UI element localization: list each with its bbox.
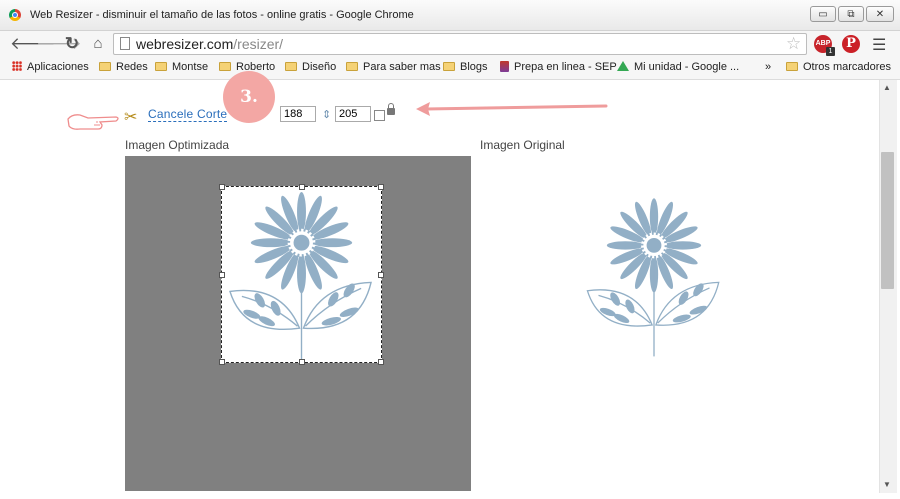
original-flower-image [586, 198, 720, 357]
home-icon[interactable]: ⌂ [88, 34, 108, 54]
crop-handle-e[interactable] [378, 272, 384, 278]
bookmark-montse[interactable]: Montse [155, 61, 208, 73]
folder-icon [155, 62, 167, 71]
prepa-icon [500, 61, 509, 72]
bookmark-label: Prepa en linea - SEP [514, 61, 617, 73]
crop-handle-se[interactable] [378, 359, 384, 365]
crop-handle-sw[interactable] [219, 359, 225, 365]
bookmark-label: Diseño [302, 61, 337, 73]
bookmark-aplicaciones[interactable]: Aplicaciones [12, 61, 89, 73]
flower-image [229, 192, 372, 362]
url-host: webresizer.com [136, 36, 234, 52]
bookmark-label: Mi unidad - Google ... [634, 61, 740, 73]
bookmark-blogs[interactable]: Blogs [443, 61, 488, 73]
folder-icon [219, 62, 231, 71]
bookmark-para-saber-mas[interactable]: Para saber mas [346, 61, 441, 73]
apps-icon [12, 61, 22, 71]
bookmark-label: Para saber mas [363, 61, 441, 73]
page-icon [120, 37, 130, 50]
scroll-down-arrow-icon[interactable]: ▼ [883, 480, 891, 489]
crop-handle-w[interactable] [219, 272, 225, 278]
bookmark-label: Blogs [460, 61, 488, 73]
pinterest-icon[interactable]: P [842, 35, 860, 53]
address-bar[interactable]: webresizer.com/resizer/ ☆ [113, 33, 807, 55]
back-arrow-icon[interactable]: 🡐 [10, 34, 56, 54]
url-text[interactable]: webresizer.com/resizer/ [136, 36, 283, 52]
bookmark-otros-marcadores[interactable]: Otros marcadores [786, 61, 891, 73]
scroll-up-arrow-icon[interactable]: ▲ [883, 83, 891, 92]
bookmarks-overflow-button[interactable]: » [765, 61, 771, 73]
folder-icon [99, 62, 111, 71]
optimized-image-panel [125, 156, 471, 491]
crop-handle-n[interactable] [299, 184, 305, 190]
bookmark-label: Otros marcadores [803, 61, 892, 73]
bookmarks-bar: Aplicaciones Redes Montse Roberto Diseño… [0, 58, 900, 80]
folder-icon [346, 62, 358, 71]
bookmark-label: Redes [116, 61, 148, 73]
crop-handle-ne[interactable] [378, 184, 384, 190]
lock-aspect-checkbox[interactable] [374, 110, 385, 121]
window-title-bar: Web Resizer - disminuir el tamaño de las… [0, 0, 900, 31]
crop-handle-nw[interactable] [219, 184, 225, 190]
bookmark-redes[interactable]: Redes [99, 61, 148, 73]
minimize-button[interactable]: ▭ [810, 6, 836, 22]
height-input[interactable] [335, 106, 371, 122]
browser-toolbar: 🡐 🡒 ↻ ⌂ webresizer.com/resizer/ ☆ ABP 1 … [0, 31, 900, 58]
bookmark-label: Montse [172, 61, 209, 73]
crop-selection[interactable] [219, 184, 384, 365]
width-input[interactable] [280, 106, 316, 122]
scissors-icon: ✂ [124, 109, 138, 126]
page-content: ✂ Cancele Corte ⇕ 3. Imagen Optimizada I… [0, 71, 878, 499]
window-title: Web Resizer - disminuir el tamaño de las… [30, 9, 414, 21]
maximize-button[interactable]: ⧉ [838, 6, 864, 22]
dimension-arrows-icon: ⇕ [322, 109, 332, 121]
url-path: /resizer/ [233, 36, 284, 52]
folder-icon [786, 62, 798, 71]
bookmark-prepa[interactable]: Prepa en linea - SEP [500, 61, 617, 73]
vertical-scrollbar[interactable]: ▲ ▼ [879, 80, 897, 493]
folder-icon [443, 62, 455, 71]
bookmark-label: Aplicaciones [27, 61, 89, 73]
forward-arrow-icon[interactable]: 🡒 [36, 34, 82, 54]
pointing-hand-icon [67, 114, 119, 130]
step-badge: 3. [223, 71, 275, 123]
original-image-label: Imagen Original [480, 138, 565, 152]
bookmark-mi-unidad[interactable]: Mi unidad - Google ... [617, 61, 739, 73]
star-icon[interactable]: ☆ [786, 34, 801, 54]
bookmark-diseno[interactable]: Diseño [285, 61, 336, 73]
crop-handle-s[interactable] [299, 359, 305, 365]
menu-icon[interactable]: ☰ [872, 35, 886, 55]
adblock-badge: 1 [826, 47, 835, 56]
folder-icon [285, 62, 297, 71]
lock-icon [387, 103, 395, 115]
chrome-logo-icon [9, 9, 21, 21]
close-button[interactable]: ✕ [866, 6, 894, 22]
optimized-image-label: Imagen Optimizada [125, 138, 230, 152]
reload-icon[interactable]: ↻ [62, 34, 82, 54]
pointer-arrow-icon [416, 102, 608, 116]
scrollbar-thumb[interactable] [881, 152, 894, 289]
drive-icon [617, 61, 629, 71]
cancel-crop-link[interactable]: Cancele Corte [148, 107, 228, 122]
